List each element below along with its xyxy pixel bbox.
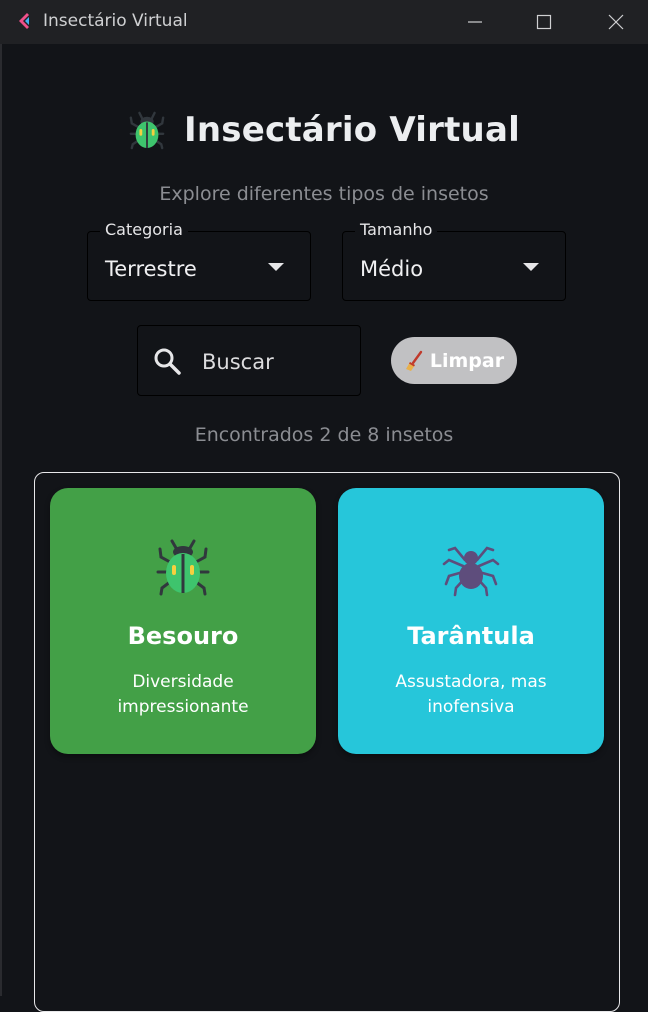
minimize-button[interactable] — [455, 8, 495, 36]
insect-name: Tarântula — [407, 622, 535, 650]
category-value: Terrestre — [105, 257, 197, 281]
page-heading: Insectário Virtual — [0, 110, 648, 150]
search-field[interactable] — [137, 325, 361, 396]
spider-icon — [442, 546, 500, 597]
size-value: Médio — [360, 257, 424, 281]
broom-icon — [405, 350, 423, 371]
search-input[interactable] — [202, 348, 352, 376]
maximize-button[interactable] — [524, 8, 564, 36]
close-icon — [608, 14, 624, 30]
page-title: Insectário Virtual — [184, 110, 520, 150]
minimize-icon — [468, 21, 482, 23]
insect-card-tarantula[interactable]: Tarântula Assustadora, mas inofensiva — [338, 488, 604, 754]
clear-button-label: Limpar — [429, 349, 505, 372]
category-select[interactable]: Categoria Terrestre — [87, 220, 311, 301]
size-label: Tamanho — [355, 220, 438, 239]
chevron-down-icon — [523, 263, 539, 271]
category-label: Categoria — [100, 220, 188, 239]
window-titlebar: Insectário Virtual — [0, 0, 648, 44]
beetle-icon — [156, 539, 210, 596]
window-title: Insectário Virtual — [43, 11, 188, 31]
insect-description: Assustadora, mas inofensiva — [395, 672, 547, 717]
size-select[interactable]: Tamanho Médio — [342, 220, 566, 301]
maximize-icon — [536, 14, 552, 30]
app-logo-icon — [19, 13, 29, 29]
insect-description: Diversidade impressionante — [117, 672, 249, 717]
results-count: Encontrados 2 de 8 insetos — [194, 424, 454, 446]
page-subtitle: Explore diferentes tipos de insetos — [159, 183, 489, 205]
close-button[interactable] — [596, 8, 636, 36]
insect-card-besouro[interactable]: Besouro Diversidade impressionante — [50, 488, 316, 754]
beetle-icon — [129, 111, 165, 150]
chevron-down-icon — [268, 263, 284, 271]
search-icon — [154, 348, 181, 375]
insect-name: Besouro — [127, 622, 239, 650]
clear-button[interactable]: Limpar — [391, 337, 517, 384]
